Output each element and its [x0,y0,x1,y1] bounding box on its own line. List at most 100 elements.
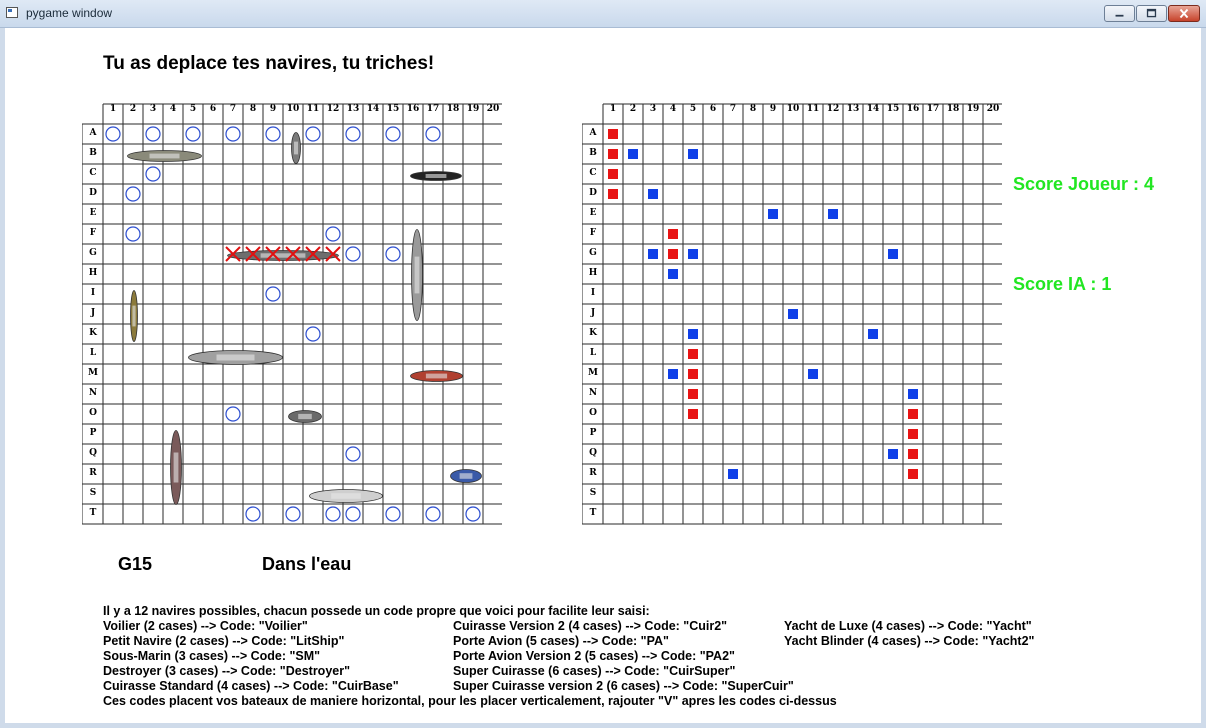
grid-cell[interactable] [803,444,823,464]
grid-cell[interactable] [743,124,763,144]
grid-cell[interactable] [663,464,683,484]
grid-cell[interactable] [943,384,963,404]
grid-cell[interactable] [783,384,803,404]
grid-cell[interactable] [743,464,763,484]
grid-cell[interactable] [743,144,763,164]
grid-cell[interactable] [663,384,683,404]
grid-cell[interactable] [883,464,903,484]
grid-cell[interactable] [803,484,823,504]
grid-cell[interactable] [623,224,643,244]
grid-cell[interactable] [803,424,823,444]
grid-cell[interactable] [963,384,983,404]
grid-cell[interactable] [883,224,903,244]
grid-cell[interactable] [703,384,723,404]
grid-cell[interactable] [803,264,823,284]
grid-cell[interactable] [863,404,883,424]
grid-cell[interactable] [743,204,763,224]
grid-cell[interactable] [683,464,703,484]
grid-cell[interactable] [983,184,1003,204]
grid-cell[interactable] [863,504,883,524]
grid-cell[interactable] [743,424,763,444]
grid-cell[interactable] [703,184,723,204]
grid-cell[interactable] [723,424,743,444]
grid-cell[interactable] [883,404,903,424]
grid-cell[interactable] [663,124,683,144]
grid-cell[interactable] [943,404,963,424]
grid-cell[interactable] [783,284,803,304]
grid-cell[interactable] [683,504,703,524]
grid-cell[interactable] [743,284,763,304]
grid-cell[interactable] [943,264,963,284]
grid-cell[interactable] [743,504,763,524]
grid-cell[interactable] [723,124,743,144]
grid-cell[interactable] [763,424,783,444]
grid-cell[interactable] [803,124,823,144]
grid-cell[interactable] [943,504,963,524]
grid-cell[interactable] [843,304,863,324]
grid-cell[interactable] [963,224,983,244]
grid-cell[interactable] [923,384,943,404]
grid-cell[interactable] [843,404,863,424]
grid-cell[interactable] [823,124,843,144]
grid-cell[interactable] [923,184,943,204]
grid-cell[interactable] [763,324,783,344]
grid-cell[interactable] [923,404,943,424]
grid-cell[interactable] [943,144,963,164]
grid-cell[interactable] [663,164,683,184]
grid-cell[interactable] [963,324,983,344]
grid-cell[interactable] [683,264,703,284]
grid-cell[interactable] [983,244,1003,264]
grid-cell[interactable] [823,264,843,284]
ai-board[interactable]: 1 2 3 4 5 6 7 8 9 10 11 12 13 14 15 16 17 18 19 20 A B C D E F G H I… [582,100,1002,526]
grid-cell[interactable] [703,224,723,244]
grid-cell[interactable] [963,424,983,444]
grid-cell[interactable] [903,184,923,204]
grid-cell[interactable] [903,364,923,384]
grid-cell[interactable] [923,504,943,524]
grid-cell[interactable] [703,364,723,384]
grid-cell[interactable] [763,464,783,484]
grid-cell[interactable] [863,244,883,264]
grid-cell[interactable] [983,404,1003,424]
grid-cell[interactable] [623,504,643,524]
grid-cell[interactable] [883,364,903,384]
grid-cell[interactable] [983,364,1003,384]
grid-cell[interactable] [723,304,743,324]
grid-cell[interactable] [743,304,763,324]
grid-cell[interactable] [923,424,943,444]
grid-cell[interactable] [803,304,823,324]
grid-cell[interactable] [763,224,783,244]
grid-cell[interactable] [823,284,843,304]
grid-cell[interactable] [743,244,763,264]
grid-cell[interactable] [723,284,743,304]
grid-cell[interactable] [823,224,843,244]
grid-cell[interactable] [883,264,903,284]
grid-cell[interactable] [943,224,963,244]
maximize-button[interactable] [1136,5,1167,22]
grid-cell[interactable] [763,264,783,284]
grid-cell[interactable] [883,184,903,204]
grid-cell[interactable] [823,424,843,444]
grid-cell[interactable] [923,364,943,384]
grid-cell[interactable] [643,444,663,464]
grid-cell[interactable] [823,384,843,404]
grid-cell[interactable] [863,144,883,164]
grid-cell[interactable] [943,244,963,264]
grid-cell[interactable] [863,364,883,384]
grid-cell[interactable] [783,364,803,384]
grid-cell[interactable] [923,284,943,304]
grid-cell[interactable] [903,144,923,164]
grid-cell[interactable] [843,344,863,364]
grid-cell[interactable] [763,304,783,324]
grid-cell[interactable] [803,504,823,524]
grid-cell[interactable] [823,364,843,384]
grid-cell[interactable] [623,304,643,324]
grid-cell[interactable] [803,184,823,204]
grid-cell[interactable] [643,484,663,504]
grid-cell[interactable] [683,444,703,464]
grid-cell[interactable] [763,484,783,504]
grid-cell[interactable] [863,464,883,484]
grid-cell[interactable] [963,344,983,364]
grid-cell[interactable] [623,244,643,264]
grid-cell[interactable] [803,144,823,164]
